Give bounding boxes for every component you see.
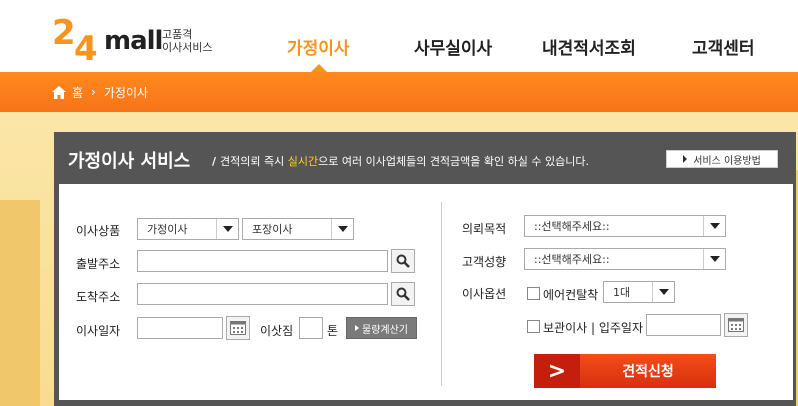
service-guide-label: 서비스 이용방법 xyxy=(693,155,761,167)
storage-move-checkbox[interactable] xyxy=(527,320,540,333)
play-triangle-icon xyxy=(683,155,688,163)
arrival-search-button[interactable] xyxy=(391,282,415,306)
customer-type-select[interactable]: ::선택해주세요:: xyxy=(524,248,726,270)
nav-item-home-move[interactable]: 가정이사 xyxy=(287,34,350,59)
search-icon xyxy=(396,254,410,268)
move-options-label: 이사옵션 xyxy=(462,287,507,301)
nav-item-office-move[interactable]: 사무실이사 xyxy=(414,34,492,59)
move-in-date-calendar-button[interactable] xyxy=(724,313,748,337)
chevron-down-icon xyxy=(703,249,725,269)
breadcrumb: 홈 › 가정이사 xyxy=(52,83,148,101)
packing-type-select[interactable]: 포장이사 xyxy=(242,218,354,240)
request-quote-label: 견적신청 xyxy=(622,364,674,380)
site-logo[interactable]: 2 4 mall 고품격 이사서비스 xyxy=(52,16,222,66)
panel-desc-highlight: 실시간 xyxy=(287,155,319,168)
aircon-label: 에어컨탈착 xyxy=(543,288,599,302)
purpose-select[interactable]: ::선택해주세요:: xyxy=(524,215,726,237)
packing-type-value: 포장이사 xyxy=(252,223,293,236)
storage-move-label: 보관이사 | 입주일자 xyxy=(543,321,643,335)
panel-desc-slash: / xyxy=(212,155,217,168)
logo-tagline: 고품격 이사서비스 xyxy=(162,28,213,54)
breadcrumb-current: 가정이사 xyxy=(103,85,149,100)
volume-calculator-button[interactable]: 물량계산기 xyxy=(346,317,417,339)
search-icon xyxy=(396,287,410,301)
active-nav-pointer xyxy=(311,64,327,72)
nav-item-customer-center[interactable]: 고객센터 xyxy=(692,34,755,59)
move-type-value: 가정이사 xyxy=(147,223,188,236)
quote-panel: 가정이사 서비스 / 견적의뢰 즉시 실시간으로 여러 이사업체들의 견적금액을 … xyxy=(54,132,796,406)
logo-wordmark: mall xyxy=(104,26,163,56)
logo-number-2: 2 xyxy=(52,13,76,53)
purpose-value: ::선택해주세요:: xyxy=(534,220,610,233)
chevron-down-icon xyxy=(216,219,238,239)
ton-unit: 톤 xyxy=(327,324,339,338)
site-header: 2 4 mall 고품격 이사서비스 가정이사 사무실이사 내견적서조회 고객센… xyxy=(0,0,798,72)
product-label: 이사상품 xyxy=(76,224,121,238)
chevron-down-icon xyxy=(331,219,353,239)
chevron-right-icon: › xyxy=(91,85,96,99)
purpose-label: 의뢰목적 xyxy=(462,222,507,236)
departure-address-input[interactable] xyxy=(137,250,388,272)
aircon-count-value: 1대 xyxy=(613,286,631,299)
chevron-down-icon xyxy=(652,282,674,302)
service-guide-button[interactable]: 서비스 이용방법 xyxy=(666,150,778,168)
panel-title: 가정이사 서비스 xyxy=(68,151,191,172)
column-divider xyxy=(441,202,442,386)
home-icon[interactable] xyxy=(52,85,66,99)
move-date-input[interactable] xyxy=(137,317,223,339)
calendar-icon xyxy=(728,318,744,332)
move-type-select[interactable]: 가정이사 xyxy=(137,218,239,240)
logo-tagline-line1: 고품격 xyxy=(162,28,193,41)
nav-item-my-quotes[interactable]: 내견적서조회 xyxy=(542,34,636,59)
arrival-address-input[interactable] xyxy=(137,283,388,305)
aircon-checkbox[interactable] xyxy=(527,287,540,300)
arrow-right-icon: > xyxy=(534,354,580,388)
panel-desc-after: 으로 여러 이사업체들의 견적금액을 확인 하실 수 있습니다. xyxy=(318,155,589,168)
panel-desc-before: 견적의뢰 즉시 xyxy=(220,155,288,168)
date-label: 이사일자 xyxy=(76,324,121,338)
request-quote-button[interactable]: > 견적신청 xyxy=(534,354,716,388)
load-ton-input[interactable] xyxy=(299,317,323,339)
move-in-date-input[interactable] xyxy=(646,314,721,336)
arrival-label: 도착주소 xyxy=(76,290,121,304)
load-label: 이삿짐 xyxy=(260,324,294,338)
departure-search-button[interactable] xyxy=(391,249,415,273)
customer-type-value: ::선택해주세요:: xyxy=(534,253,610,266)
customer-type-label: 고객성향 xyxy=(462,255,507,269)
calendar-icon xyxy=(230,321,246,335)
chevron-down-icon xyxy=(703,216,725,236)
quote-form: 이사상품 가정이사 포장이사 출발주소 도착주소 이사일자 이삿짐 톤 물량계산… xyxy=(59,184,793,400)
background-building-left xyxy=(0,200,40,406)
breadcrumb-home[interactable]: 홈 xyxy=(72,84,83,101)
aircon-count-select[interactable]: 1대 xyxy=(603,281,675,303)
logo-number-4: 4 xyxy=(74,29,98,69)
move-date-calendar-button[interactable] xyxy=(226,316,250,340)
logo-tagline-line2: 이사서비스 xyxy=(162,41,213,54)
volume-calculator-label: 물량계산기 xyxy=(362,324,408,336)
panel-description: / 견적의뢰 즉시 실시간으로 여러 이사업체들의 견적금액을 확인 하실 수 있… xyxy=(212,153,589,169)
play-triangle-icon xyxy=(355,325,359,331)
departure-label: 출발주소 xyxy=(76,257,121,271)
